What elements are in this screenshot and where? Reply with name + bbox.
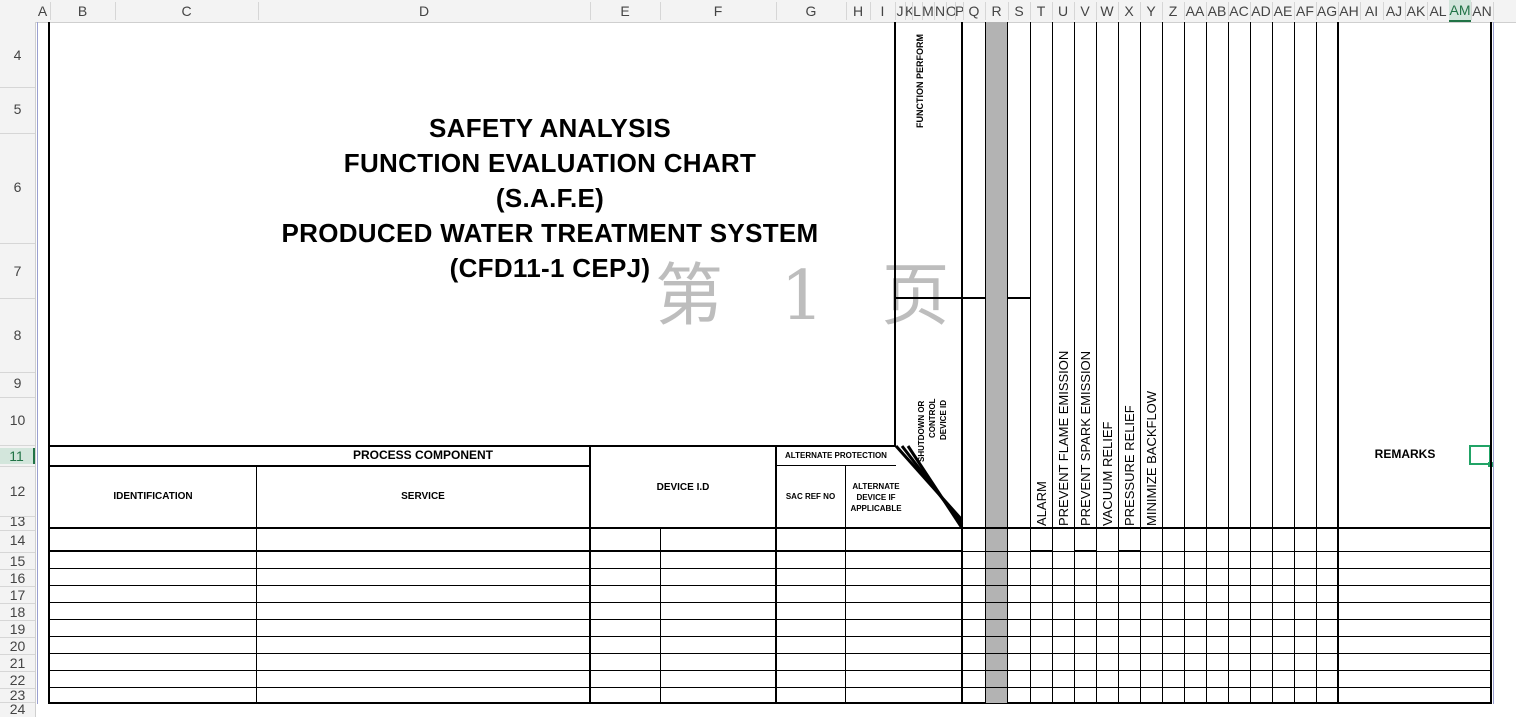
data-row-line bbox=[48, 568, 961, 569]
function-col-line bbox=[1228, 22, 1229, 703]
function-col-line bbox=[1007, 22, 1008, 703]
header-bottom-line bbox=[48, 527, 1492, 529]
data-row-line-right bbox=[963, 653, 1490, 654]
function-col-line bbox=[1316, 22, 1317, 703]
function-row14-underline bbox=[1074, 550, 1096, 551]
diagonal-header-lines bbox=[894, 445, 964, 529]
data-row-line bbox=[48, 653, 961, 654]
diagonal-line bbox=[906, 445, 964, 529]
data-row-line bbox=[48, 585, 961, 586]
function-col-line bbox=[1096, 22, 1097, 703]
data-row-line-right bbox=[963, 585, 1490, 586]
data-row-line bbox=[48, 636, 961, 637]
function-col-line bbox=[985, 22, 986, 703]
data-row-line-right bbox=[963, 636, 1490, 637]
data-row-first-line bbox=[48, 550, 961, 552]
data-row-line bbox=[48, 687, 961, 688]
data-row-line-right bbox=[963, 602, 1490, 603]
function-col-line bbox=[1140, 22, 1141, 703]
function-col-line bbox=[1030, 22, 1031, 703]
function-row14-underline bbox=[1030, 550, 1052, 551]
data-row-line-right bbox=[963, 568, 1490, 569]
function-col-line bbox=[1074, 22, 1075, 703]
data-row-line-right bbox=[963, 687, 1490, 688]
function-col-line bbox=[1052, 22, 1053, 703]
data-row-line bbox=[48, 619, 961, 620]
function-row14-underline bbox=[1118, 550, 1140, 551]
data-row-line-right bbox=[963, 619, 1490, 620]
function-col-line bbox=[1250, 22, 1251, 703]
data-row-line bbox=[48, 602, 961, 603]
data-row-line-right bbox=[963, 670, 1490, 671]
function-col-line bbox=[1272, 22, 1273, 703]
column-q-shading bbox=[985, 22, 1007, 703]
data-row-line bbox=[48, 670, 961, 671]
function-col-line bbox=[1162, 22, 1163, 703]
data-row-line-right bbox=[963, 551, 1490, 552]
function-col-line bbox=[1118, 22, 1119, 703]
function-col-line bbox=[1206, 22, 1207, 703]
function-col-line bbox=[1184, 22, 1185, 703]
function-col-line bbox=[1294, 22, 1295, 703]
